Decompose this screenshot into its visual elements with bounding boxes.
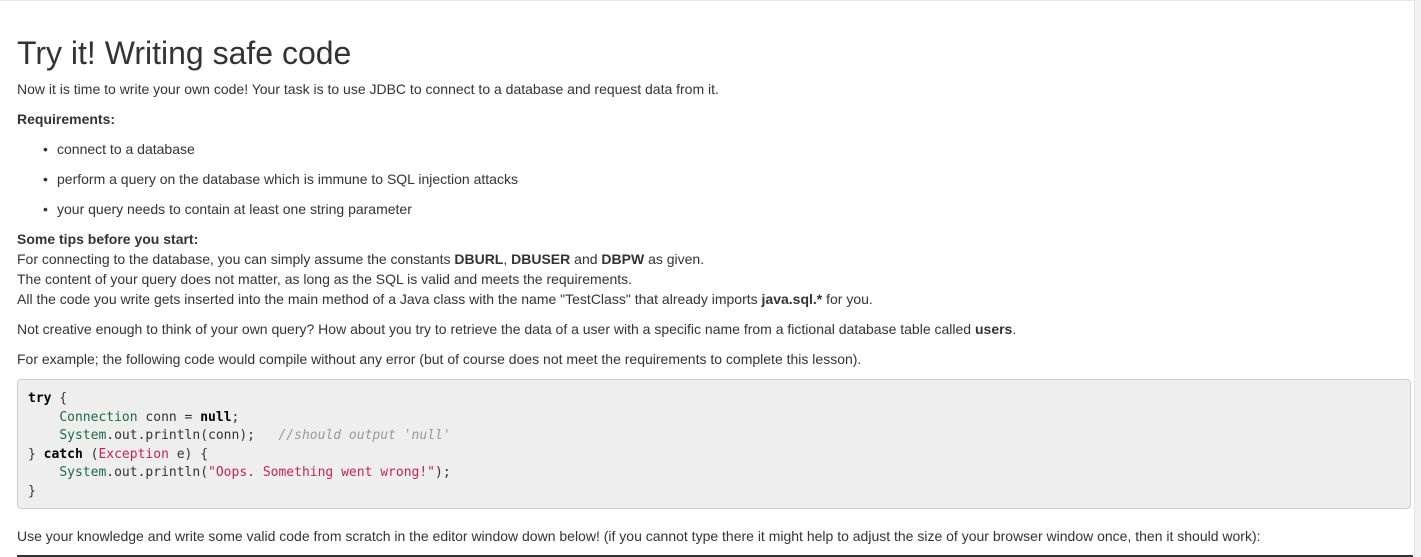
tips-heading: Some tips before you start: bbox=[17, 231, 199, 247]
kw-catch: catch bbox=[43, 446, 83, 462]
code-string: "Oops. Something went wrong!" bbox=[208, 465, 436, 481]
class-exception: Exception bbox=[98, 446, 169, 462]
code-comment: //should output 'null' bbox=[278, 428, 451, 444]
const-dbpw: DBPW bbox=[601, 251, 645, 267]
list-item: your query needs to contain at least one… bbox=[43, 199, 412, 219]
page-title: Try it! Writing safe code bbox=[17, 35, 352, 71]
class-system: System bbox=[59, 428, 107, 444]
code-text: e) { bbox=[168, 446, 209, 462]
class-system: System bbox=[59, 465, 107, 481]
code-text: { bbox=[51, 391, 68, 406]
class-connection: Connection bbox=[59, 409, 138, 425]
code-text: .out.println(conn); bbox=[106, 428, 255, 444]
intro-text: Now it is time to write your own code! Y… bbox=[17, 81, 719, 97]
top-divider bbox=[0, 0, 1421, 1]
tips-line-1-suffix: as given. bbox=[644, 251, 705, 267]
code-text: .out.println( bbox=[106, 465, 209, 481]
scrollbar[interactable] bbox=[1414, 0, 1421, 557]
tips-line-3-prefix: All the code you write gets inserted int… bbox=[17, 291, 762, 307]
code-example: try { Connection conn = null; System.out… bbox=[17, 379, 1411, 509]
tips-line-3-suffix: for you. bbox=[822, 291, 873, 307]
code-block: try { Connection conn = null; System.out… bbox=[28, 390, 451, 502]
code-text: ; bbox=[231, 409, 240, 425]
creative-text: Not creative enough to think of your own… bbox=[17, 319, 1016, 339]
tips-line-1: For connecting to the database, you can … bbox=[17, 249, 704, 269]
const-dbuser: DBUSER bbox=[511, 251, 571, 267]
tips-line-2: The content of your query does not matte… bbox=[17, 271, 633, 287]
kw-null: null bbox=[200, 409, 232, 425]
code-text: } bbox=[28, 446, 44, 462]
const-dburl: DBURL bbox=[454, 251, 504, 267]
kw-try: try bbox=[28, 391, 52, 406]
code-text: } bbox=[28, 483, 36, 499]
table-name: users bbox=[974, 321, 1013, 337]
tips-line-3: All the code you write gets inserted int… bbox=[17, 289, 873, 309]
code-text: conn = bbox=[137, 409, 201, 425]
list-item: perform a query on the database which is… bbox=[43, 169, 518, 189]
example-text: For example; the following code would co… bbox=[17, 351, 862, 367]
code-text: ( bbox=[82, 446, 99, 462]
creative-prefix: Not creative enough to think of your own… bbox=[17, 321, 975, 337]
import-text: java.sql.* bbox=[761, 291, 823, 307]
tips-line-1-prefix: For connecting to the database, you can … bbox=[17, 251, 455, 267]
requirements-heading: Requirements: bbox=[17, 111, 116, 127]
footer-text: Use your knowledge and write some valid … bbox=[17, 528, 1261, 544]
creative-suffix: . bbox=[1012, 321, 1017, 337]
list-item: connect to a database bbox=[43, 139, 195, 159]
separator: , bbox=[503, 251, 512, 267]
code-text: ); bbox=[435, 465, 451, 481]
and-text: and bbox=[570, 251, 602, 267]
